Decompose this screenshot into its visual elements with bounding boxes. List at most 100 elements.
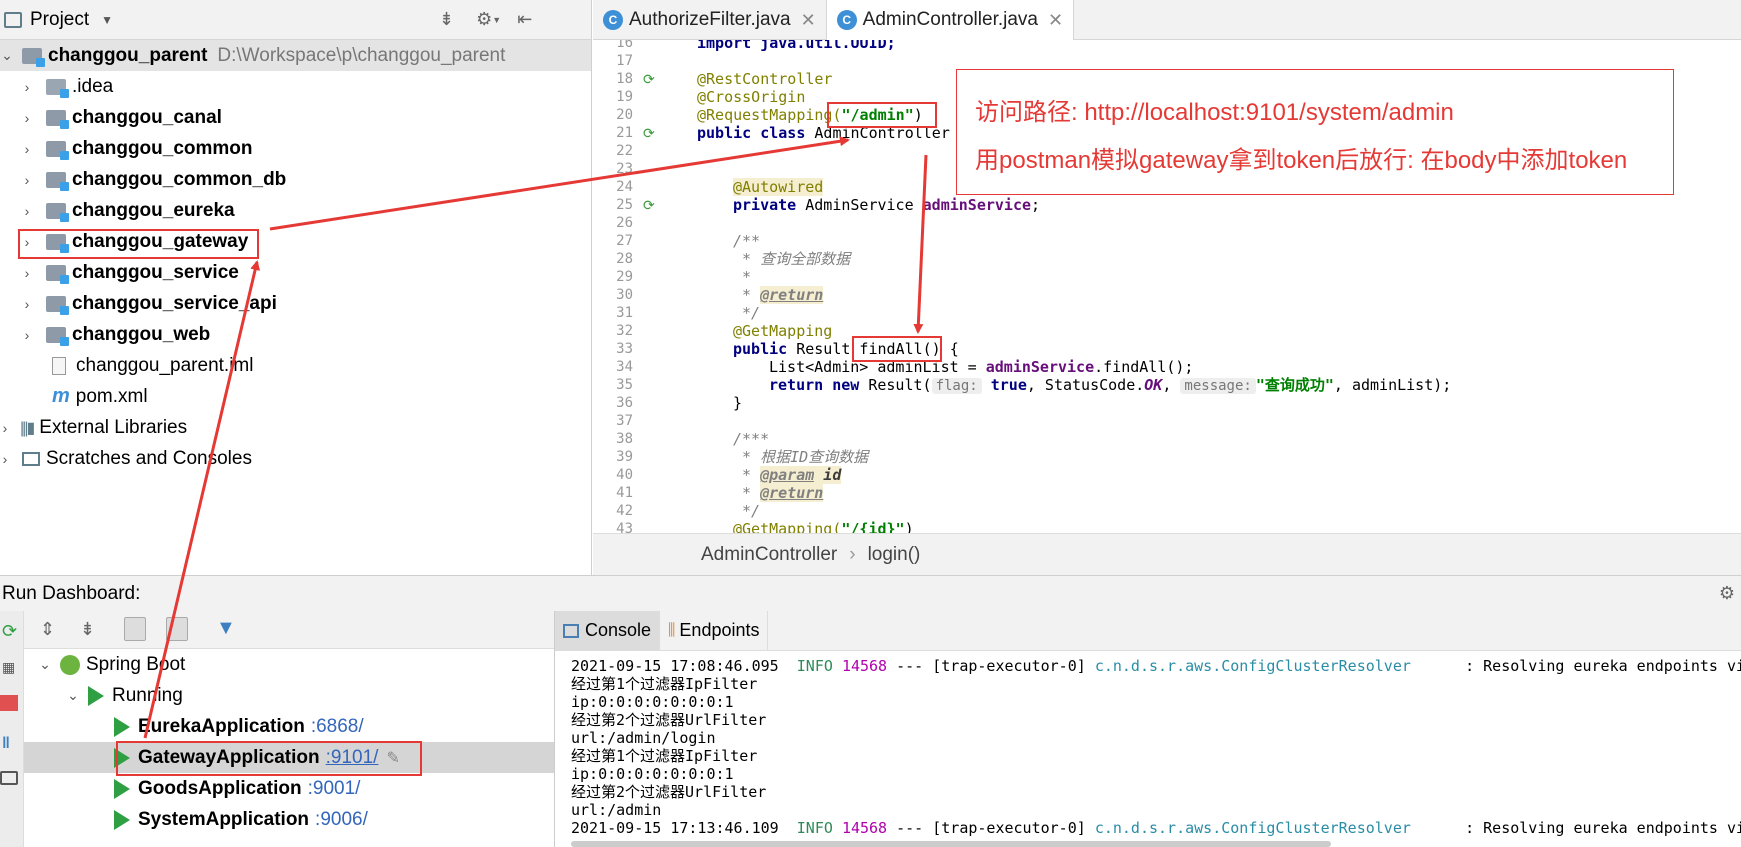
collapse-all-icon[interactable]: ⇟ — [439, 9, 454, 30]
chevron-right-icon[interactable]: › — [20, 110, 34, 126]
breadcrumb-method[interactable]: login() — [868, 544, 921, 566]
tree-item-external-libraries[interactable]: › |||▮ External Libraries — [0, 412, 591, 443]
tree-item-label: Scratches and Consoles — [46, 447, 252, 469]
tree-root[interactable]: ⌄ changgou_parent D:\Workspace\p\changgo… — [0, 40, 591, 71]
app-port-link[interactable]: :6868/ — [311, 716, 364, 738]
tab-admin-controller[interactable]: C AdminController.java ✕ — [826, 0, 1075, 40]
spring-bean-icon[interactable]: ⟳ — [643, 72, 655, 88]
run-dashboard-header: Run Dashboard: ⚙ — [0, 575, 1741, 611]
expand-all-icon[interactable]: ⇕ — [40, 619, 55, 640]
tree-item[interactable]: › changgou_service — [0, 257, 591, 288]
code-line: 23 — [593, 160, 643, 178]
code-string: "/admin" — [841, 106, 914, 124]
line-number: 19 — [616, 89, 633, 105]
module-folder-icon — [46, 326, 69, 346]
chevron-right-icon[interactable]: › — [20, 79, 34, 95]
line-number: 41 — [616, 485, 633, 501]
stop-icon[interactable] — [0, 695, 18, 711]
chevron-down-icon[interactable]: ▼ — [492, 15, 501, 25]
tree-item[interactable]: › .idea — [0, 71, 591, 102]
chevron-right-icon[interactable]: › — [20, 327, 34, 343]
edit-pencil-icon[interactable]: ✎ — [386, 748, 399, 768]
tree-item-label: pom.xml — [75, 385, 148, 407]
collapse-all-icon[interactable]: ⇟ — [80, 619, 95, 640]
close-icon[interactable]: ✕ — [1048, 10, 1063, 31]
project-title[interactable]: Project — [30, 9, 89, 31]
code-string: "查询成功" — [1255, 376, 1334, 394]
code-comment: */ — [733, 502, 761, 520]
spring-controller-icon[interactable]: ⟳ — [643, 126, 655, 142]
close-icon[interactable]: ✕ — [801, 10, 816, 31]
chevron-right-icon[interactable]: › — [0, 420, 10, 436]
tree-item[interactable]: changgou_parent.iml — [0, 350, 591, 381]
group-by-type-icon[interactable] — [166, 617, 188, 641]
chevron-right-icon[interactable]: › — [0, 451, 10, 467]
chevron-right-icon[interactable]: › — [20, 296, 34, 312]
chevron-down-icon[interactable]: ⌄ — [66, 687, 80, 704]
chevron-right-icon[interactable]: › — [20, 141, 34, 157]
tree-item-scratches[interactable]: › Scratches and Consoles — [0, 443, 591, 474]
param-hint: message: — [1180, 378, 1256, 394]
horizontal-scrollbar[interactable] — [571, 841, 1331, 847]
code-line: 19 @CrossOrigin — [593, 88, 805, 106]
tree-item[interactable]: › changgou_canal — [0, 102, 591, 133]
console-output[interactable]: 2021-09-15 17:08:46.095 INFO 14568 --- [… — [571, 657, 1741, 837]
run-dashboard-toolbar: ⇕ ⇟ ▼ — [0, 611, 554, 649]
chevron-right-icon[interactable]: › — [20, 265, 34, 281]
app-port-link[interactable]: :9006/ — [315, 809, 368, 831]
chevron-right-icon[interactable]: › — [20, 234, 34, 250]
breadcrumb-class[interactable]: AdminController — [701, 544, 837, 566]
log-pid: 14568 — [841, 657, 888, 675]
line-number: 24 — [616, 179, 633, 195]
chevron-right-icon[interactable]: › — [20, 172, 34, 188]
tree-item-label: changgou_common — [72, 137, 253, 159]
filter-icon[interactable]: ▼ — [216, 617, 236, 640]
code-text: public class — [697, 124, 815, 142]
annotation-line: 访问路径: http://localhost:9101/system/admin — [975, 99, 1454, 126]
tab-endpoints[interactable]: ⫼ Endpoints — [660, 611, 769, 650]
hide-panel-icon[interactable]: ⇤ — [517, 9, 532, 30]
code-comment: * 根据ID查询数据 — [733, 448, 869, 466]
tree-item[interactable]: › changgou_web — [0, 319, 591, 350]
folder-icon — [46, 78, 69, 98]
tree-item[interactable]: › changgou_service_api — [0, 288, 591, 319]
tree-item[interactable]: m pom.xml — [0, 381, 591, 412]
app-gateway[interactable]: GatewayApplication :9101/ ✎ — [24, 742, 554, 773]
line-number: 33 — [616, 341, 633, 357]
module-folder-icon — [46, 202, 69, 222]
line-number: 38 — [616, 431, 633, 447]
tree-item[interactable]: › changgou_common — [0, 133, 591, 164]
code-text: @GetMapping( — [733, 520, 842, 533]
app-goods[interactable]: GoodsApplication :9001/ — [24, 773, 554, 804]
pause-icon[interactable]: ‖ — [2, 735, 10, 753]
tab-authorize-filter[interactable]: C AuthorizeFilter.java ✕ — [593, 0, 827, 40]
gear-icon[interactable]: ⚙ — [476, 9, 492, 30]
tree-item-gateway[interactable]: › changgou_gateway — [0, 226, 591, 257]
tree-item[interactable]: › changgou_common_db — [0, 164, 591, 195]
log-class: c.n.d.s.r.aws.ConfigClusterResolver — [1094, 819, 1411, 837]
class-icon: C — [836, 10, 857, 30]
app-eureka[interactable]: EurekaApplication :6868/ — [24, 711, 554, 742]
camera-icon[interactable] — [0, 771, 18, 785]
run-icon — [114, 809, 130, 830]
rerun-icon[interactable]: ⟳ — [2, 621, 17, 642]
code-line: 37 — [593, 412, 643, 430]
spring-boot-group[interactable]: ⌄ Spring Boot — [24, 649, 554, 680]
chevron-down-icon[interactable]: ⌄ — [0, 47, 14, 64]
code-text: , — [1162, 376, 1172, 394]
code-text: import java.util.UUID; — [697, 40, 896, 52]
app-port-link[interactable]: :9001/ — [308, 778, 361, 800]
chevron-down-icon[interactable]: ▼ — [101, 13, 113, 27]
tree-item[interactable]: › changgou_eureka — [0, 195, 591, 226]
line-number: 37 — [616, 413, 633, 429]
app-system[interactable]: SystemApplication :9006/ — [24, 804, 554, 835]
autowired-icon[interactable]: ⟳ — [643, 198, 655, 214]
chevron-down-icon[interactable]: ⌄ — [38, 656, 52, 673]
app-port-link[interactable]: :9101/ — [326, 747, 379, 769]
run-config-icon[interactable]: ▦ — [2, 659, 15, 676]
tab-console[interactable]: Console — [555, 611, 661, 650]
group-by-icon[interactable] — [124, 617, 146, 641]
chevron-right-icon[interactable]: › — [20, 203, 34, 219]
running-group[interactable]: ⌄ Running — [24, 680, 554, 711]
gear-icon[interactable]: ⚙ — [1719, 583, 1735, 604]
